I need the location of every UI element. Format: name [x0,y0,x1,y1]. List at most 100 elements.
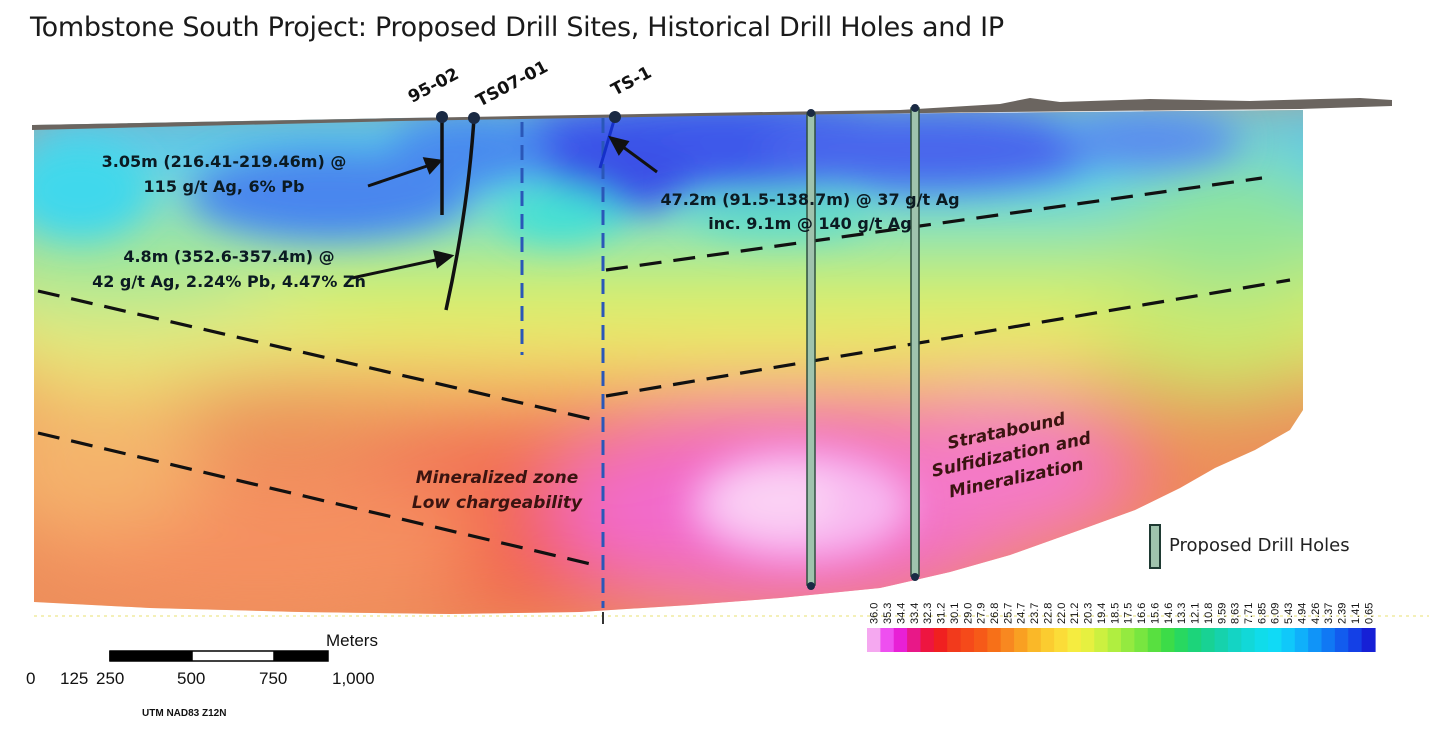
colorbar-tick-label: 6.09 [1270,603,1282,624]
colorbar-tick-label: 22.0 [1056,603,1068,624]
zone-label-mineralized-line2: Low chargeability [412,493,583,513]
colorbar-tick-label: 2.39 [1337,603,1349,624]
colorbar-swatch [1201,628,1216,652]
colorbar-swatch [1107,628,1122,652]
colorbar-swatch [1254,628,1269,652]
colorbar-swatch [1000,628,1015,652]
scale-tick-500: 500 [177,669,205,688]
colorbar-swatch [893,628,908,652]
colorbar-tick-label: 5.43 [1283,603,1295,624]
colorbar-swatch [1161,628,1176,652]
hole-label-ts-1: TS-1 [608,63,655,101]
scale-tick-750: 750 [259,669,287,688]
colorbar-tick-label: 4.94 [1296,603,1308,624]
scale-tick-125: 125 [60,669,88,688]
colorbar-tick-label: 36.0 [869,603,881,624]
projection-label: UTM NAD83 Z12N [142,708,226,719]
colorbar-tick-label: 32.3 [922,603,934,624]
assay-annotation-95-02-line2: 115 g/t Ag, 6% Pb [144,177,305,196]
scale-tick-0: 0 [26,669,35,688]
legend-label: Proposed Drill Holes [1169,535,1350,556]
colorbar-swatch [1121,628,1135,652]
colorbar-swatch [920,628,935,652]
colorbar-tick-label: 18.5 [1109,603,1121,624]
scale-bar: Meters 0 125 250 500 750 1,000 UTM NAD83… [26,631,378,719]
colorbar-swatch [1294,628,1309,652]
colorbar-tick-label: 34.4 [895,603,907,624]
colorbar-swatch [933,628,948,652]
colorbar-tick-label: 16.6 [1136,603,1148,624]
colorbar-tick-label: 9.59 [1216,603,1228,624]
colorbar-swatch [1080,628,1095,652]
colorbar-swatch [880,628,895,652]
colorbar-swatch [1054,628,1069,652]
scale-tick-1000: 1,000 [332,669,375,688]
colorbar-swatch [947,628,962,652]
colorbar-tick-label: 21.2 [1069,603,1081,624]
colorbar-tick-label: 22.8 [1042,603,1054,624]
colorbar-tick-label: 25.7 [1002,603,1014,624]
proposed-drill-hole-1 [806,112,816,586]
colorbar-tick-label: 17.5 [1123,603,1135,624]
hole-label-95-02: 95-02 [405,64,462,107]
colorbar-swatch [1334,628,1349,652]
colorbar-swatch [1214,628,1229,652]
colorbar-tick-label: 7.71 [1243,603,1255,624]
colorbar-swatch [1308,628,1323,652]
colorbar-swatch [1268,628,1283,652]
ip-chargeability-section: 95-02 TS07-01 TS-1 3.05m (216.41-219.46m… [26,57,1429,719]
colorbar-swatch [1241,628,1256,652]
colorbar-tick-label: 3.37 [1323,603,1335,624]
colorbar-tick-label: 33.4 [909,603,921,624]
colorbar-swatch [1014,628,1029,652]
colorbar-tick-label: 6.85 [1256,603,1268,624]
assay-annotation-95-02-line1: 3.05m (216.41-219.46m) @ [102,152,347,171]
colorbar-tick-label: 26.8 [989,603,1001,624]
assay-annotation-ts07-01-line2: 42 g/t Ag, 2.24% Pb, 4.47% Zn [92,272,366,291]
chargeability-colorbar: 36.0 35.3 34.4 33.4 32.3 31.2 30.1 29.0 27.9 26.8… [867,603,1376,652]
colorbar-swatch [960,628,975,652]
assay-annotation-ts-1-line1: 47.2m (91.5-138.7m) @ 37 g/t Ag [660,190,959,209]
colorbar-tick-label: 13.3 [1176,603,1188,624]
colorbar-tick-label: 8.63 [1230,603,1242,624]
colorbar-swatch [1067,628,1082,652]
colorbar-tick-label: 31.2 [936,603,948,624]
colorbar-swatch [1147,628,1162,652]
colorbar-tick-label: 14.6 [1163,603,1175,624]
colorbar-swatch [867,628,881,652]
assay-annotation-ts07-01-line1: 4.8m (352.6-357.4m) @ [123,247,334,266]
colorbar-tick-label: 29.0 [962,603,974,624]
colorbar-tick-label: 27.9 [976,603,988,624]
colorbar-swatch [1187,628,1202,652]
scale-unit-label: Meters [326,631,378,650]
colorbar-tick-label: 0.65 [1363,603,1375,624]
colorbar-swatch [1134,628,1149,652]
scale-tick-250: 250 [96,669,124,688]
collar-ts-1 [609,111,621,123]
colorbar-swatch [1281,628,1296,652]
chargeability-colormap [34,110,1303,614]
colorbar-swatch [1040,628,1055,652]
colorbar-tick-label: 15.6 [1149,603,1161,624]
collar-95-02 [436,111,448,123]
colorbar-tick-label: 35.3 [882,603,894,624]
colorbar-swatch [1227,628,1242,652]
zone-label-mineralized-line1: Mineralized zone [416,468,579,488]
legend-swatch [1149,524,1161,569]
proposed-drill-hole-2 [910,107,920,577]
colorbar-swatch [1094,628,1109,652]
colorbar-swatch [1361,628,1376,652]
colorbar-tick-label: 24.7 [1016,603,1028,624]
colorbar-swatch [1321,628,1336,652]
colorbar-swatch [1348,628,1363,652]
colorbar-tick-label: 1.41 [1350,603,1362,624]
assay-annotation-ts-1-line2: inc. 9.1m @ 140 g/t Ag [708,214,911,233]
colorbar-tick-label: 23.7 [1029,603,1041,624]
hole-label-ts07-01: TS07-01 [473,57,551,111]
colorbar-swatch [907,628,922,652]
colorbar-tick-label: 4.26 [1310,603,1322,624]
colorbar-swatch [1174,628,1189,652]
colorbar-tick-label: 10.8 [1203,603,1215,624]
colorbar-tick-label: 19.4 [1096,603,1108,624]
colorbar-tick-label: 30.1 [949,603,961,624]
